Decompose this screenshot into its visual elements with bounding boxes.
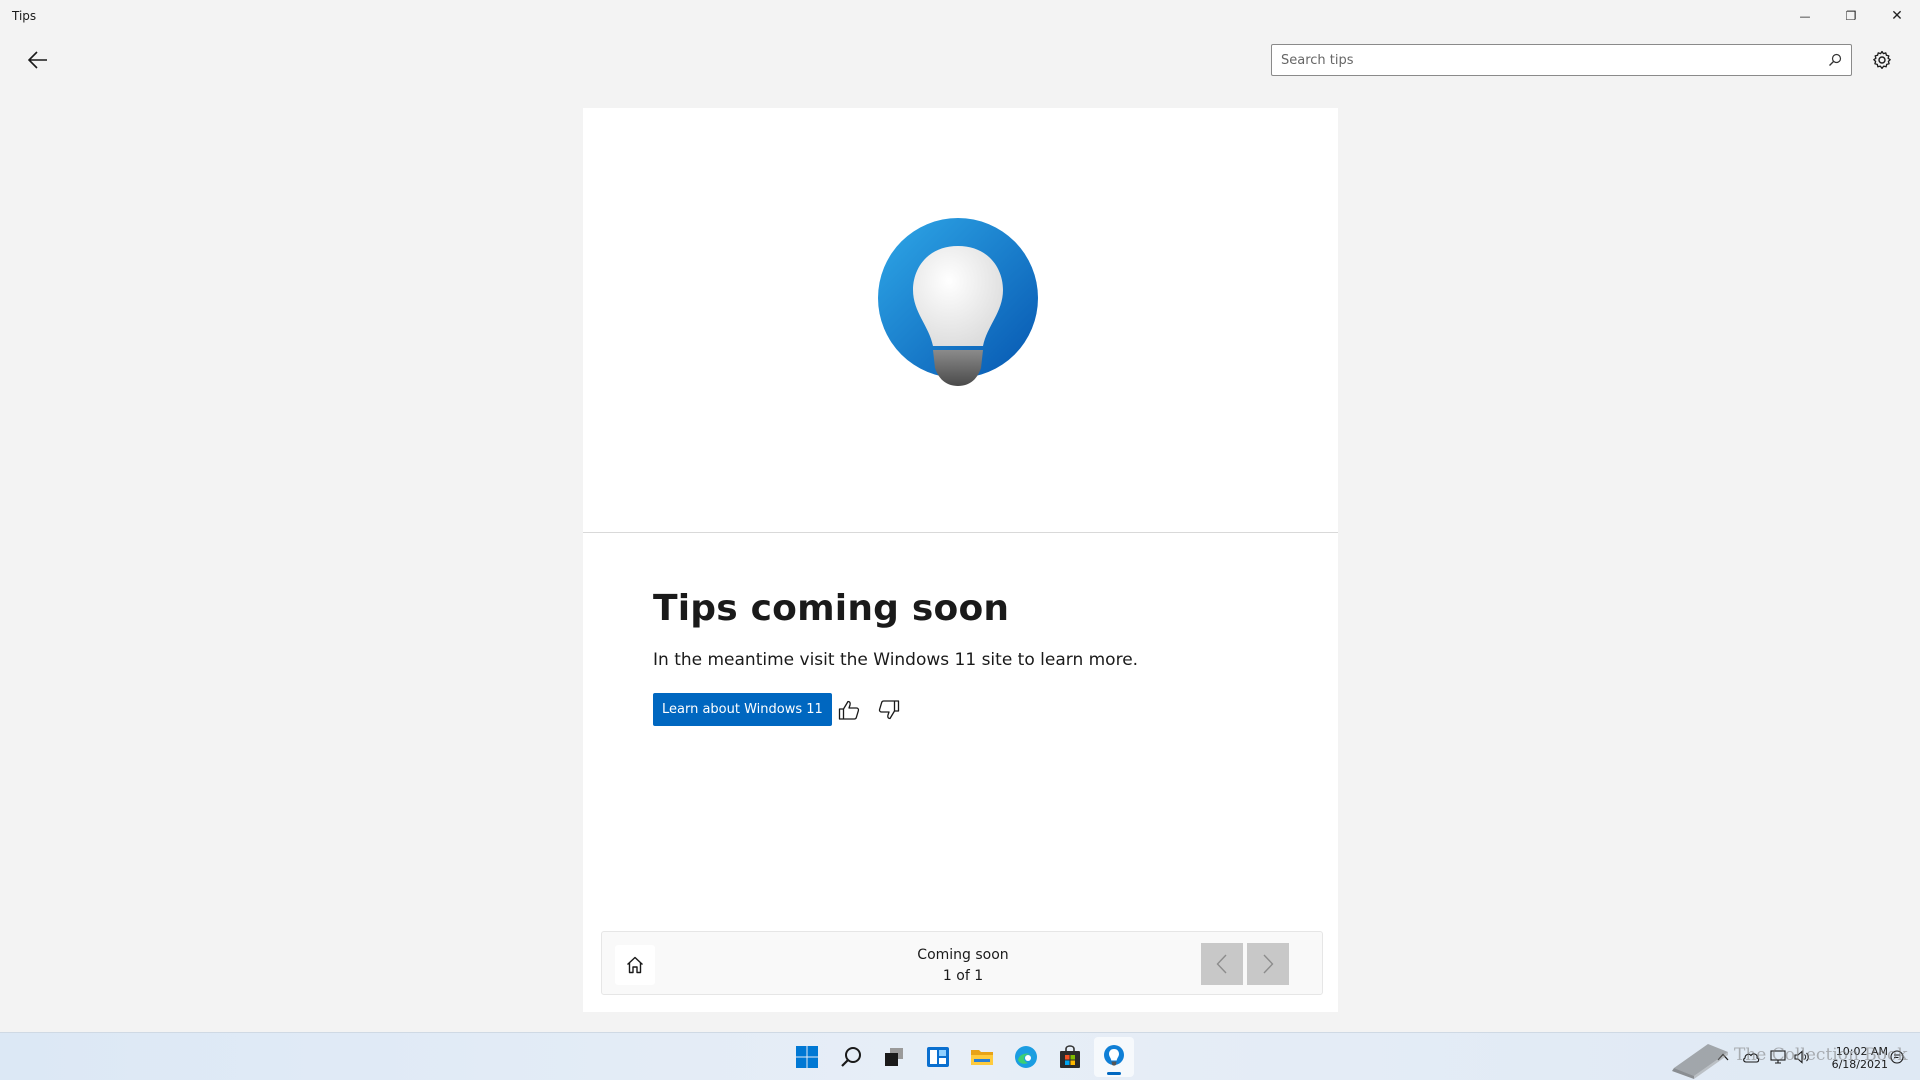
watermark-text: The Collection Book [1734, 1045, 1908, 1065]
collection-status: Coming soon 1 of 1 [802, 945, 1124, 987]
close-icon: ✕ [1891, 8, 1903, 24]
like-button[interactable] [834, 696, 864, 724]
store-bag-icon [1060, 1045, 1080, 1068]
close-button[interactable]: ✕ [1874, 0, 1920, 32]
restore-button[interactable]: ❐ [1828, 0, 1874, 32]
search-icon [841, 1047, 861, 1067]
tip-navigation-bar: Coming soon 1 of 1 [601, 931, 1323, 995]
tips-lightbulb-logo [878, 218, 1038, 386]
search-box[interactable] [1271, 44, 1852, 76]
tip-title: Tips coming soon [653, 588, 1010, 629]
taskbar-start[interactable] [787, 1037, 827, 1077]
windows-start-icon [796, 1046, 818, 1068]
thumbs-down-icon [878, 700, 900, 720]
tips-lightbulb-icon [1104, 1045, 1124, 1066]
tip-description: In the meantime visit the Windows 11 sit… [653, 650, 1139, 670]
back-button[interactable] [20, 44, 56, 76]
taskbar-tips[interactable] [1094, 1037, 1134, 1077]
tip-hero [583, 108, 1338, 533]
chevron-left-icon [1216, 954, 1227, 974]
back-arrow-icon [28, 51, 47, 69]
search-input[interactable] [1272, 45, 1812, 75]
title-bar: Tips — ❐ ✕ [0, 0, 1920, 32]
collection-name: Coming soon [917, 947, 1009, 963]
chevron-right-icon [1263, 954, 1274, 974]
thumbs-up-icon [838, 700, 860, 720]
taskbar-store[interactable] [1050, 1037, 1090, 1077]
search-icon[interactable] [1828, 53, 1842, 67]
taskbar-widgets[interactable] [918, 1037, 958, 1077]
widgets-icon [927, 1047, 949, 1067]
active-app-indicator [1107, 1072, 1121, 1075]
task-view-icon [885, 1048, 903, 1066]
gear-icon [1873, 50, 1891, 69]
home-button[interactable] [615, 945, 655, 985]
learn-about-windows-button[interactable]: Learn about Windows 11 [653, 693, 832, 726]
app-title: Tips [12, 9, 37, 23]
next-tip-button[interactable] [1247, 943, 1289, 985]
home-icon [627, 956, 643, 974]
taskbar: 10:02 AM 6/18/2021 [0, 1032, 1920, 1080]
settings-button[interactable] [1866, 46, 1898, 74]
taskbar-file-explorer[interactable] [962, 1037, 1002, 1077]
edge-browser-icon [1015, 1046, 1037, 1068]
previous-tip-button[interactable] [1201, 943, 1243, 985]
page-position: 1 of 1 [942, 968, 984, 984]
taskbar-task-view[interactable] [874, 1037, 914, 1077]
folder-icon [971, 1050, 993, 1065]
restore-icon: ❐ [1845, 9, 1857, 23]
minimize-icon: — [1799, 9, 1811, 23]
taskbar-search[interactable] [831, 1037, 871, 1077]
minimize-button[interactable]: — [1782, 0, 1828, 32]
tip-card: Tips coming soon In the meantime visit t… [583, 108, 1338, 1012]
taskbar-edge[interactable] [1006, 1037, 1046, 1077]
dislike-button[interactable] [874, 696, 904, 724]
